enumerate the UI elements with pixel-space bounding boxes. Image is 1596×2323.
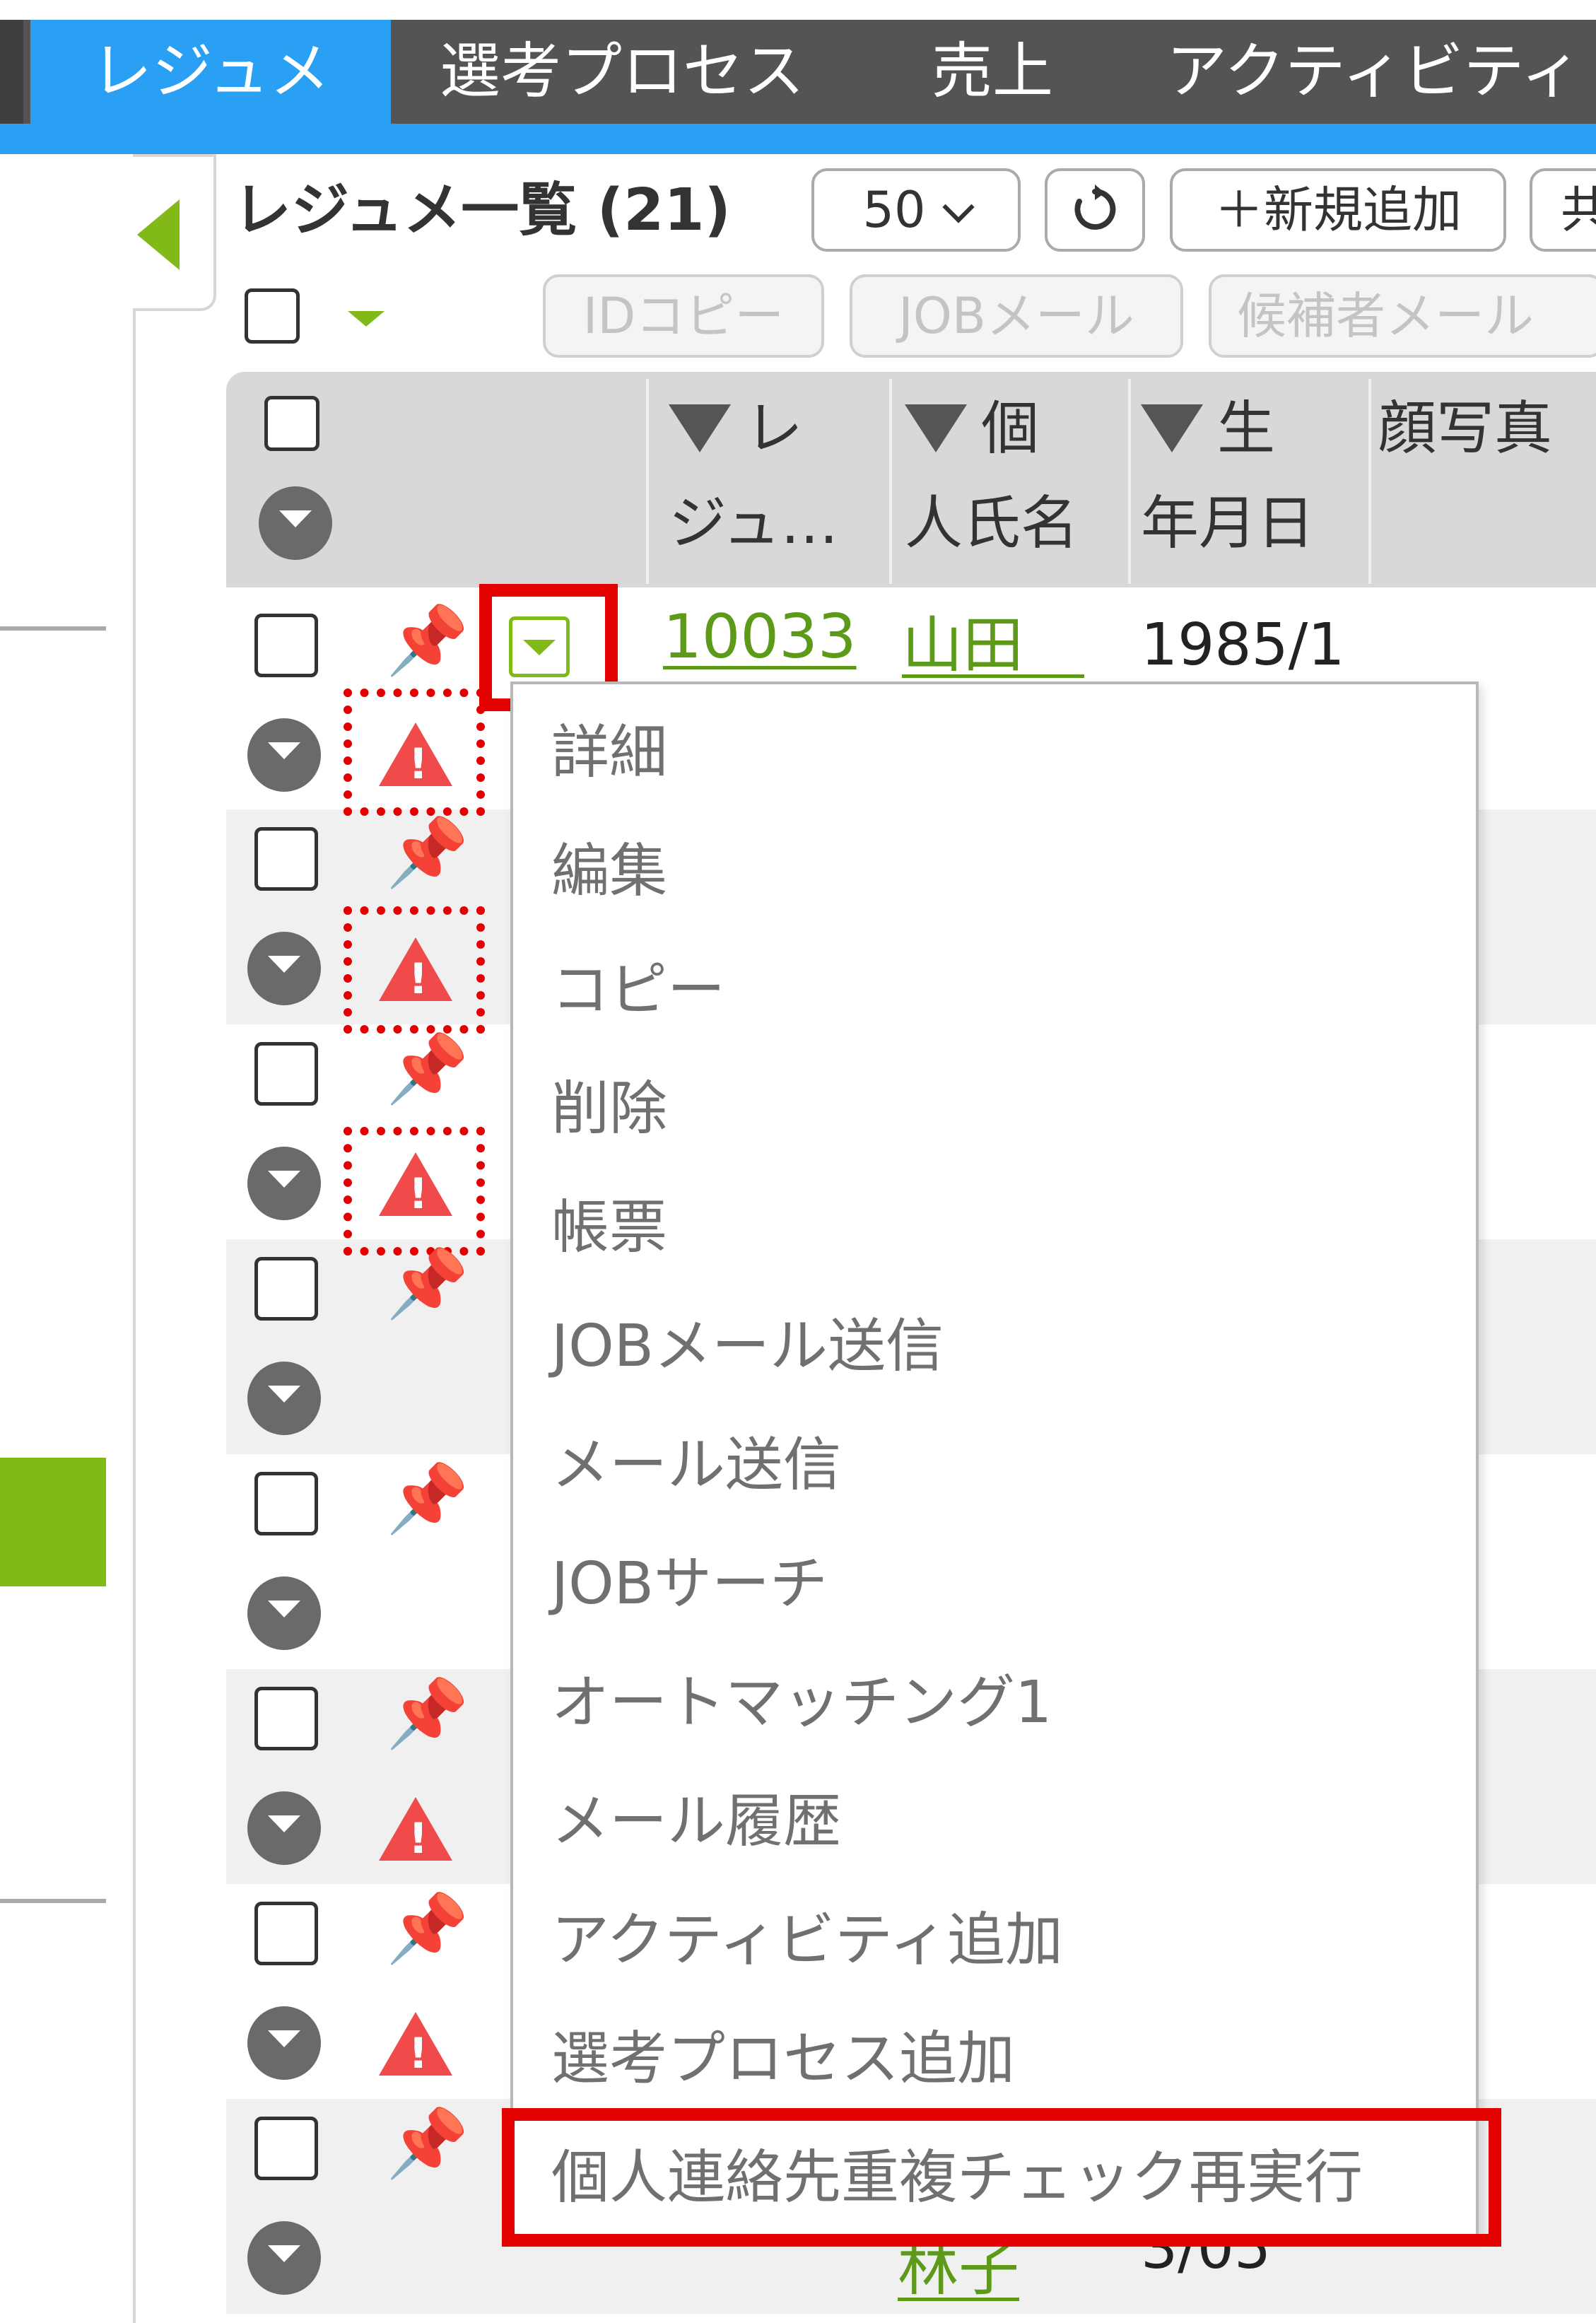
- tab-activity[interactable]: アクティビティ: [1166, 20, 1581, 124]
- row-checkbox[interactable]: [254, 1042, 318, 1106]
- row-checkbox[interactable]: [254, 1687, 318, 1750]
- name-link[interactable]: 山田: [902, 615, 1084, 676]
- top-navigation: レジュメ 選考プロセス 売上 アクティビティ: [0, 0, 1596, 154]
- nav-active-underline: [0, 124, 1596, 154]
- column-header-resume[interactable]: レ ジュ…: [669, 382, 838, 571]
- menu-item-auto-matching[interactable]: オートマッチング1: [551, 1674, 1052, 1732]
- refresh-button[interactable]: [1045, 168, 1145, 252]
- menu-item-delete[interactable]: 削除: [551, 1080, 667, 1138]
- refresh-icon: [1074, 185, 1116, 230]
- menu-item-detail[interactable]: 詳細: [551, 724, 667, 782]
- highlight-warning-box: [344, 1127, 485, 1256]
- chevron-down-icon[interactable]: [259, 486, 332, 560]
- menu-item-form[interactable]: 帳票: [551, 1199, 667, 1257]
- column-separator: [1368, 379, 1371, 584]
- pin-icon[interactable]: 📌: [386, 1681, 469, 1748]
- nav-corner-box: [1382, 0, 1596, 10]
- share-button[interactable]: 共: [1530, 168, 1596, 252]
- row-action-menu: 詳細 編集 コピー 削除 帳票 JOBメール送信 メール送信 JOBサーチ オー…: [510, 681, 1479, 2240]
- tab-sales[interactable]: 売上: [932, 20, 1053, 124]
- sort-arrow-icon: [669, 404, 731, 452]
- menu-item-job-search[interactable]: JOBサーチ: [551, 1555, 828, 1613]
- row-expand-button[interactable]: [247, 2221, 321, 2295]
- sort-arrow-icon: [1141, 404, 1203, 452]
- row-expand-button[interactable]: [247, 2006, 321, 2080]
- name-link[interactable]: 林子: [898, 2238, 1019, 2299]
- pin-icon[interactable]: 📌: [386, 1466, 469, 1533]
- birthdate-cell: 1985/1: [1141, 612, 1345, 679]
- column-header-birthdate[interactable]: 生 年月日: [1141, 382, 1315, 571]
- id-copy-button[interactable]: IDコピー: [543, 274, 824, 358]
- side-active-indicator: [0, 1458, 106, 1586]
- warning-icon: [379, 1797, 452, 1863]
- column-header-photo[interactable]: 顔写真: [1378, 382, 1552, 476]
- pin-icon[interactable]: 📌: [386, 1251, 469, 1318]
- row-expand-button[interactable]: [247, 1362, 321, 1435]
- row-checkbox[interactable]: [254, 614, 318, 677]
- row-expand-button[interactable]: [247, 1147, 321, 1220]
- pin-icon[interactable]: 📌: [386, 1896, 469, 1962]
- column-separator: [646, 379, 649, 584]
- highlight-warning-box: [344, 906, 485, 1034]
- row-expand-button[interactable]: [247, 718, 321, 792]
- page-size-select[interactable]: 50: [811, 168, 1021, 252]
- column-header-name[interactable]: 個 人氏名: [905, 382, 1079, 571]
- row-checkbox[interactable]: [254, 1257, 318, 1321]
- warning-icon: [379, 2012, 452, 2078]
- sort-arrow-icon: [905, 404, 967, 452]
- highlight-menu-item-box: [502, 2108, 1501, 2247]
- tab-selection-process[interactable]: 選考プロセス: [440, 20, 804, 124]
- side-panel-border: [133, 311, 136, 2323]
- row-checkbox[interactable]: [254, 1902, 318, 1965]
- tab-resume[interactable]: レジュメ: [30, 20, 391, 124]
- row-expand-button[interactable]: [247, 932, 321, 1005]
- collapse-panel-button[interactable]: [133, 154, 216, 311]
- menu-item-job-mail[interactable]: JOBメール送信: [551, 1318, 944, 1376]
- pin-icon[interactable]: 📌: [386, 1036, 469, 1103]
- select-all-checkbox[interactable]: [245, 288, 300, 344]
- row-expand-button[interactable]: [247, 1791, 321, 1865]
- row-checkbox[interactable]: [254, 1472, 318, 1535]
- column-separator: [1128, 379, 1131, 584]
- column-separator: [889, 379, 892, 584]
- row-checkbox[interactable]: [254, 2117, 318, 2180]
- pin-icon[interactable]: 📌: [386, 608, 469, 674]
- menu-item-add-selection-process[interactable]: 選考プロセス追加: [551, 2030, 1015, 2088]
- add-new-button[interactable]: ＋新規追加: [1170, 168, 1506, 252]
- resume-id-link[interactable]: 10033: [663, 607, 857, 667]
- menu-item-send-mail[interactable]: メール送信: [551, 1436, 841, 1494]
- chevron-down-icon: [941, 191, 975, 223]
- side-divider: [0, 1899, 106, 1903]
- menu-item-edit[interactable]: 編集: [551, 843, 667, 901]
- menu-item-copy[interactable]: コピー: [551, 961, 725, 1019]
- page-title: レジュメ一覧 (21): [233, 177, 731, 244]
- row-expand-button[interactable]: [247, 1576, 321, 1650]
- pin-icon[interactable]: 📌: [386, 820, 469, 887]
- row-checkbox[interactable]: [254, 827, 318, 891]
- highlight-warning-box: [344, 689, 485, 816]
- side-divider: [0, 626, 106, 631]
- nav-left-edge: [0, 20, 23, 124]
- page-size-value: 50: [862, 181, 926, 239]
- menu-item-mail-history[interactable]: メール履歴: [551, 1793, 841, 1851]
- top-strip: [0, 0, 1596, 20]
- job-mail-button[interactable]: JOBメール: [850, 274, 1183, 358]
- candidate-mail-button[interactable]: 候補者メール: [1209, 274, 1596, 358]
- menu-item-add-activity[interactable]: アクティビティ追加: [551, 1912, 1063, 1970]
- bulk-menu-icon[interactable]: [348, 311, 385, 327]
- header-checkbox[interactable]: [264, 396, 319, 451]
- chevron-left-icon: [137, 199, 180, 270]
- pin-icon[interactable]: 📌: [386, 2111, 469, 2177]
